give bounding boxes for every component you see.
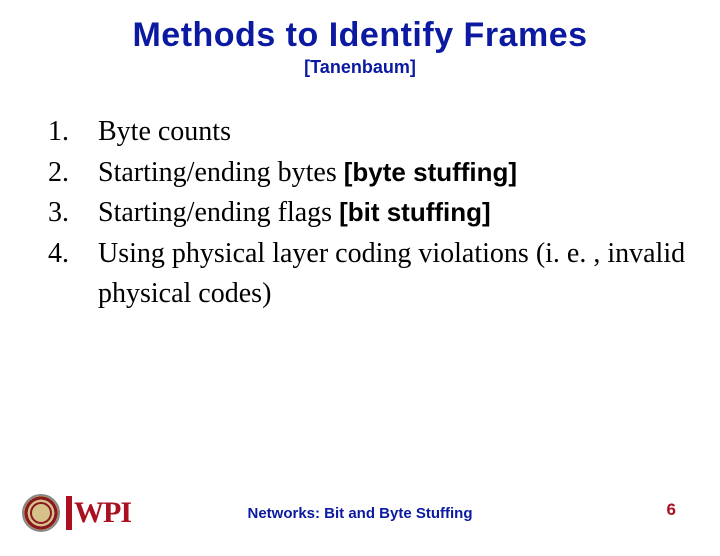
list-item: 1. Byte counts [48,112,690,153]
item-text: Using physical layer coding violations (… [98,238,685,310]
list-item: 4. Using physical layer coding violation… [48,234,690,315]
item-tag: [bit stuffing] [339,197,491,227]
numbered-list: 1. Byte counts 2. Starting/ending bytes … [48,112,690,315]
page-number: 6 [667,500,676,520]
item-number: 2. [48,153,98,194]
item-body: Starting/ending bytes [byte stuffing] [98,153,690,194]
item-number: 1. [48,112,98,153]
item-text: Starting/ending flags [98,197,339,228]
item-tag: [byte stuffing] [344,157,517,187]
slide-title: Methods to Identify Frames [0,16,720,55]
item-body: Using physical layer coding violations (… [98,234,690,315]
slide-subtitle: [Tanenbaum] [0,57,720,78]
list-item: 2. Starting/ending bytes [byte stuffing] [48,153,690,194]
item-body: Byte counts [98,112,690,153]
slide-footer: WPI Networks: Bit and Byte Stuffing 6 [0,486,720,536]
item-body: Starting/ending flags [bit stuffing] [98,193,690,234]
list-item: 3. Starting/ending flags [bit stuffing] [48,193,690,234]
item-text: Starting/ending bytes [98,157,344,188]
item-number: 4. [48,234,98,275]
item-text: Byte counts [98,116,231,147]
item-number: 3. [48,193,98,234]
footer-caption: Networks: Bit and Byte Stuffing [0,505,720,522]
